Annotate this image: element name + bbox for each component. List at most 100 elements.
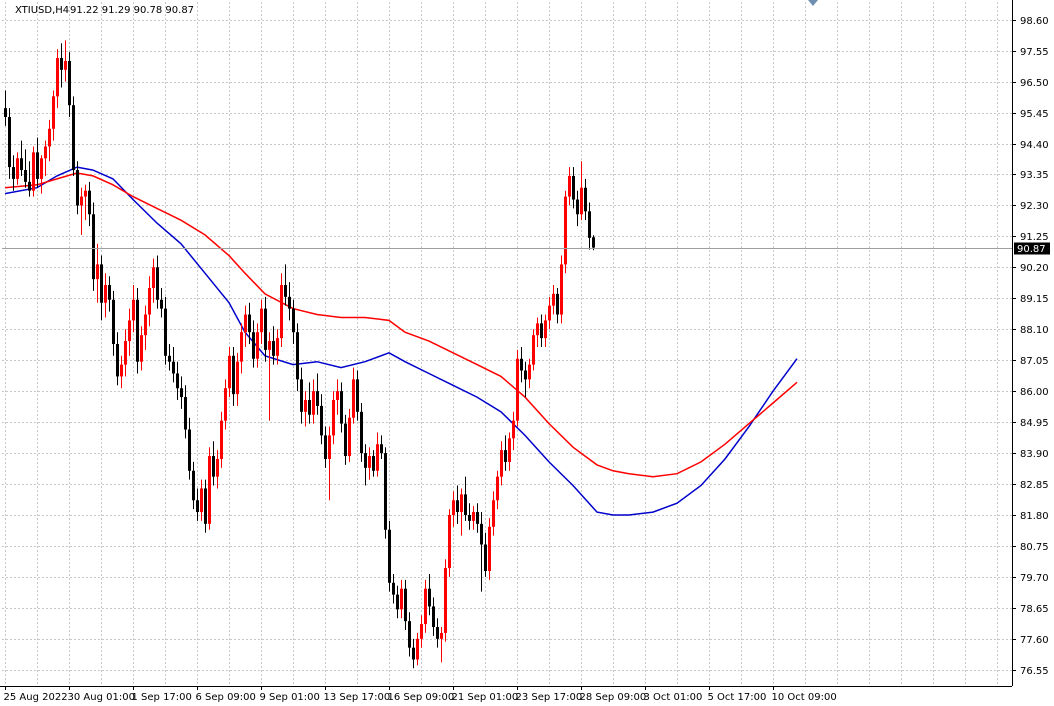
candle-body [32, 152, 35, 191]
y-tick-label: 91.25 [1020, 232, 1049, 243]
x-tick-label: 23 Sep 17:00 [516, 692, 583, 703]
candle-body [208, 456, 211, 524]
candle-body [156, 267, 159, 300]
y-tick-label: 84.95 [1020, 418, 1049, 429]
candle-body [236, 361, 239, 395]
candle-body [496, 476, 499, 501]
current-price-label: 90.87 [1017, 244, 1046, 255]
candle-body [532, 335, 535, 365]
x-tick-label: 1 Sep 17:00 [132, 692, 192, 703]
candle-body [96, 264, 99, 280]
y-tick-label: 89.15 [1020, 294, 1049, 305]
candle-body [520, 358, 523, 371]
candle-body [228, 355, 231, 389]
x-tick-label: 30 Aug 01:00 [68, 692, 135, 703]
candlestick-chart: 90.87 76.55 77.60 78.65 79.70 80.75 81.80 82.8… [0, 0, 1054, 706]
candle-body [444, 568, 447, 633]
candle-body [468, 515, 471, 521]
y-tick-label: 90.20 [1020, 263, 1049, 274]
y-tick-label: 98.60 [1020, 16, 1049, 27]
candle-body [4, 108, 7, 117]
candle-body [584, 187, 587, 212]
chart-background [0, 0, 1054, 706]
candle-body [220, 420, 223, 459]
candle-body [124, 341, 127, 365]
candle-body [500, 450, 503, 477]
candle-body [200, 488, 203, 513]
candle-body [380, 444, 383, 454]
x-tick-label: 3 Oct 01:00 [644, 692, 703, 703]
candle-body [376, 444, 379, 471]
x-tick-label: 10 Oct 09:00 [772, 692, 837, 703]
y-tick-label: 92.30 [1020, 201, 1049, 212]
candle-body [72, 105, 75, 171]
candle-body [320, 405, 323, 436]
x-tick-label: 6 Sep 09:00 [196, 692, 256, 703]
candle-body [368, 456, 371, 468]
candle-body [592, 237, 595, 248]
y-tick-label: 95.45 [1020, 109, 1049, 120]
y-tick-label: 86.00 [1020, 387, 1049, 398]
y-tick-label: 83.90 [1020, 449, 1049, 460]
candle-body [28, 181, 31, 191]
candle-body [164, 308, 167, 356]
candle-body [460, 494, 463, 513]
candle-body [300, 379, 303, 412]
candle-body [528, 364, 531, 380]
candle-body [204, 488, 207, 524]
y-tick-label: 88.10 [1020, 325, 1049, 336]
candle-body [384, 453, 387, 530]
y-tick-label: 76.55 [1020, 666, 1049, 677]
candle-body [548, 305, 551, 321]
candle-body [412, 647, 415, 660]
x-tick-label: 16 Sep 09:00 [388, 692, 455, 703]
y-tick-label: 77.60 [1020, 635, 1049, 646]
candle-body [112, 299, 115, 344]
chart-header-ohlc: 91.22 91.29 90.78 90.87 [70, 5, 194, 16]
candle-body [484, 544, 487, 572]
candle-body [180, 388, 183, 398]
y-tick-label: 78.65 [1020, 604, 1049, 615]
candle-body [308, 400, 311, 415]
candle-body [68, 60, 71, 106]
candle-body [244, 314, 247, 333]
candle-body [48, 128, 51, 147]
candle-body [568, 175, 571, 197]
candle-body [332, 400, 335, 436]
candle-body [188, 429, 191, 471]
candle-body [252, 332, 255, 359]
candle-body [544, 320, 547, 339]
candle-body [588, 211, 591, 238]
candle-body [232, 355, 235, 395]
candle-body [344, 423, 347, 457]
candle-body [296, 332, 299, 380]
candle-body [560, 264, 563, 315]
y-tick-label: 81.80 [1020, 511, 1049, 522]
candle-body [404, 588, 407, 622]
y-tick-label: 97.55 [1020, 47, 1049, 58]
candle-body [428, 588, 431, 607]
candle-body [392, 582, 395, 595]
candle-body [92, 214, 95, 280]
candle-body [12, 167, 15, 179]
candle-body [272, 341, 275, 356]
candle-body [256, 332, 259, 359]
candle-body [564, 196, 567, 265]
candle-body [264, 308, 267, 350]
candle-body [136, 299, 139, 362]
candle-body [212, 456, 215, 477]
candle-body [24, 170, 27, 182]
candle-body [144, 314, 147, 336]
candle-body [524, 370, 527, 380]
candle-body [76, 170, 79, 206]
candle-body [372, 456, 375, 471]
candle-body [84, 190, 87, 197]
candle-body [348, 417, 351, 457]
candle-body [508, 438, 511, 462]
candle-body [396, 594, 399, 610]
candle-body [452, 500, 455, 515]
candle-body [40, 158, 43, 179]
candle-body [148, 287, 151, 315]
candle-body [100, 264, 103, 303]
candle-body [576, 199, 579, 215]
